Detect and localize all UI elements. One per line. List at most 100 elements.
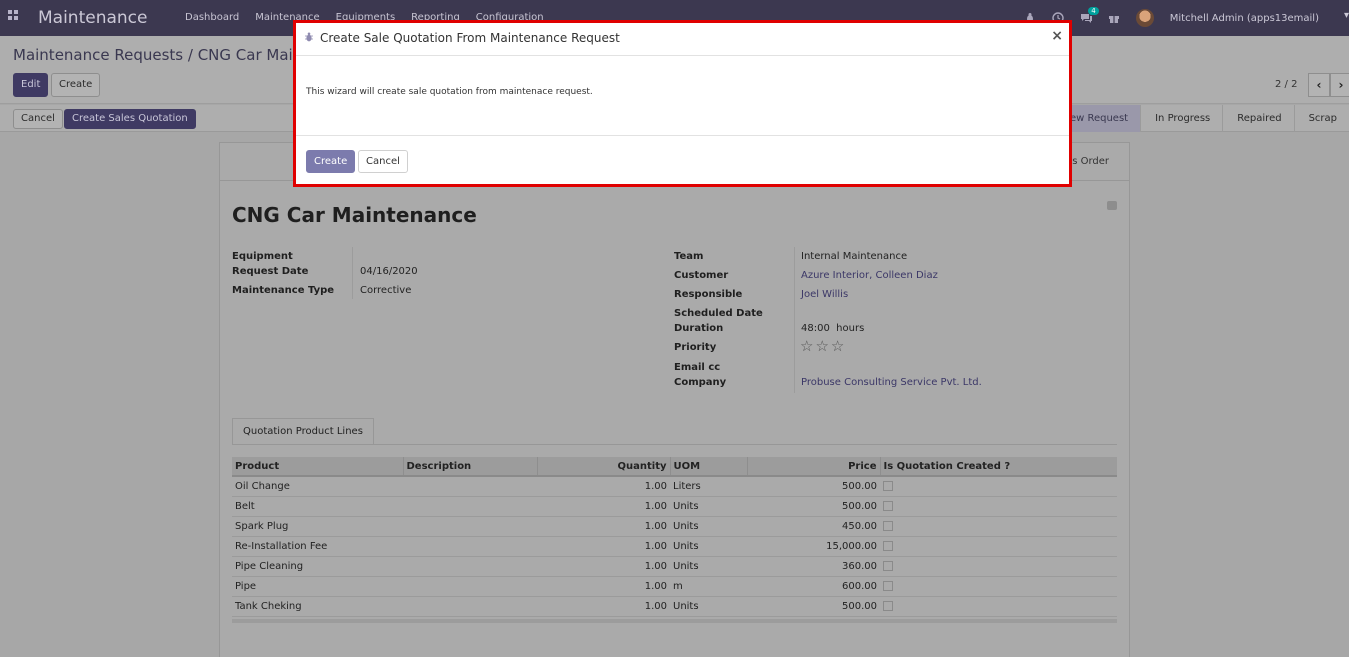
kanban-state-icon[interactable] xyxy=(1107,201,1117,210)
quantity-cell[interactable]: 1.00 xyxy=(537,556,670,577)
quotation-created-cell xyxy=(880,556,1117,577)
user-name[interactable]: Mitchell Admin (apps13email) xyxy=(1170,13,1319,24)
quantity-cell[interactable]: 1.00 xyxy=(537,576,670,597)
equipment-label: Equipment xyxy=(232,251,293,262)
price-cell[interactable]: 500.00 xyxy=(747,496,880,517)
tab-underline xyxy=(232,444,1117,445)
table-row[interactable]: Spark Plug 1.00 Units 450.00 xyxy=(232,516,1117,537)
description-cell[interactable] xyxy=(403,536,537,557)
column-header-quantity[interactable]: Quantity xyxy=(536,457,670,477)
pager-next-button[interactable]: › xyxy=(1330,73,1349,97)
messages-badge: 4 xyxy=(1088,7,1099,15)
description-cell[interactable] xyxy=(403,496,537,517)
column-header-description[interactable]: Description xyxy=(402,457,537,477)
app-name[interactable]: Maintenance xyxy=(38,8,147,28)
maintenance-type-value[interactable]: Corrective xyxy=(360,285,411,296)
quotation-lines-table: Product Description Quantity UOM Price I… xyxy=(232,457,1117,617)
quantity-cell[interactable]: 1.00 xyxy=(537,516,670,537)
table-row[interactable]: Belt 1.00 Units 500.00 xyxy=(232,496,1117,517)
uom-cell[interactable]: m xyxy=(670,576,747,597)
column-header-quotation-created[interactable]: Is Quotation Created ? xyxy=(879,457,1117,477)
table-row[interactable]: Tank Cheking 1.00 Units 500.00 xyxy=(232,596,1117,617)
price-cell[interactable]: 360.00 xyxy=(747,556,880,577)
quotation-created-cell xyxy=(880,596,1117,617)
product-cell[interactable]: Pipe xyxy=(232,576,403,597)
quantity-cell[interactable]: 1.00 xyxy=(537,496,670,517)
stage-in-progress[interactable]: In Progress xyxy=(1140,105,1222,132)
messages-icon[interactable]: 4 xyxy=(1080,7,1099,24)
product-cell[interactable]: Spark Plug xyxy=(232,516,403,537)
record-title: CNG Car Maintenance xyxy=(232,203,477,227)
quotation-created-checkbox[interactable] xyxy=(883,500,893,511)
duration-value[interactable]: 48:00 hours xyxy=(801,323,864,334)
uom-cell[interactable]: Units xyxy=(670,516,747,537)
price-cell[interactable]: 450.00 xyxy=(747,516,880,537)
product-cell[interactable]: Belt xyxy=(232,496,403,517)
price-cell[interactable]: 600.00 xyxy=(747,576,880,597)
dialog-header: Create Sale Quotation From Maintenance R… xyxy=(296,23,1069,56)
pager-previous-button[interactable]: ‹ xyxy=(1308,73,1330,97)
description-cell[interactable] xyxy=(403,576,537,597)
price-cell[interactable]: 500.00 xyxy=(747,596,880,617)
quantity-cell[interactable]: 1.00 xyxy=(537,536,670,557)
product-cell[interactable]: Oil Change xyxy=(232,476,403,497)
create-quotation-dialog: Create Sale Quotation From Maintenance R… xyxy=(293,20,1072,187)
stage-repaired[interactable]: Repaired xyxy=(1222,105,1293,132)
uom-cell[interactable]: Units xyxy=(670,596,747,617)
uom-cell[interactable]: Units xyxy=(670,536,747,557)
team-value[interactable]: Internal Maintenance xyxy=(801,251,907,262)
dialog-title: Create Sale Quotation From Maintenance R… xyxy=(320,31,620,45)
column-header-uom[interactable]: UOM xyxy=(669,457,747,477)
uom-cell[interactable]: Liters xyxy=(670,476,747,497)
user-avatar[interactable] xyxy=(1135,9,1154,27)
product-cell[interactable]: Re-Installation Fee xyxy=(232,536,403,557)
create-button[interactable]: Create xyxy=(51,73,101,97)
product-cell[interactable]: Tank Cheking xyxy=(232,596,403,617)
description-cell[interactable] xyxy=(403,516,537,537)
uom-cell[interactable]: Units xyxy=(670,556,747,577)
table-row[interactable]: Oil Change 1.00 Liters 500.00 xyxy=(232,476,1117,497)
menu-item-dashboard[interactable]: Dashboard xyxy=(185,12,239,23)
quotation-created-checkbox[interactable] xyxy=(883,600,893,611)
price-cell[interactable]: 500.00 xyxy=(747,476,880,497)
quotation-created-cell xyxy=(880,516,1117,537)
request-date-value[interactable]: 04/16/2020 xyxy=(360,266,418,277)
description-cell[interactable] xyxy=(403,476,537,497)
gift-icon[interactable] xyxy=(1108,12,1120,24)
request-date-label: Request Date xyxy=(232,266,309,277)
description-cell[interactable] xyxy=(403,596,537,617)
edit-button[interactable]: Edit xyxy=(13,73,49,97)
product-cell[interactable]: Pipe Cleaning xyxy=(232,556,403,577)
price-cell[interactable]: 15,000.00 xyxy=(747,536,880,557)
customer-link[interactable]: Azure Interior, Colleen Diaz xyxy=(801,270,938,281)
left-group-divider xyxy=(352,247,353,299)
close-icon[interactable]: × xyxy=(1051,28,1063,44)
table-row[interactable]: Pipe 1.00 m 600.00 xyxy=(232,576,1117,597)
quantity-cell[interactable]: 1.00 xyxy=(537,596,670,617)
description-cell[interactable] xyxy=(403,556,537,577)
quotation-created-checkbox[interactable] xyxy=(883,520,893,531)
uom-cell[interactable]: Units xyxy=(670,496,747,517)
stage-scrap[interactable]: Scrap xyxy=(1293,105,1349,132)
apps-menu-icon[interactable] xyxy=(8,10,20,22)
cancel-request-button[interactable]: Cancel xyxy=(13,109,63,129)
quotation-created-checkbox[interactable] xyxy=(883,480,893,491)
create-sales-quotation-button[interactable]: Create Sales Quotation xyxy=(64,109,196,129)
quotation-created-checkbox[interactable] xyxy=(883,580,893,591)
table-row[interactable]: Pipe Cleaning 1.00 Units 360.00 xyxy=(232,556,1117,577)
company-link[interactable]: Probuse Consulting Service Pvt. Ltd. xyxy=(801,377,982,388)
user-caret-icon[interactable]: ▾ xyxy=(1344,10,1349,21)
dialog-cancel-button[interactable]: Cancel xyxy=(358,150,408,173)
table-footer xyxy=(232,619,1117,623)
quotation-created-checkbox[interactable] xyxy=(883,560,893,571)
quantity-cell[interactable]: 1.00 xyxy=(537,476,670,497)
dialog-create-button[interactable]: Create xyxy=(306,150,356,173)
table-row[interactable]: Re-Installation Fee 1.00 Units 15,000.00 xyxy=(232,536,1117,557)
quotation-created-cell xyxy=(880,536,1117,557)
priority-star-icons[interactable]: ☆☆☆ xyxy=(800,339,846,354)
responsible-link[interactable]: Joel Willis xyxy=(801,289,848,300)
tab-quotation-product-lines[interactable]: Quotation Product Lines xyxy=(232,418,374,445)
quotation-created-checkbox[interactable] xyxy=(883,540,893,551)
column-header-product[interactable]: Product xyxy=(232,457,403,477)
column-header-price[interactable]: Price xyxy=(746,457,880,477)
